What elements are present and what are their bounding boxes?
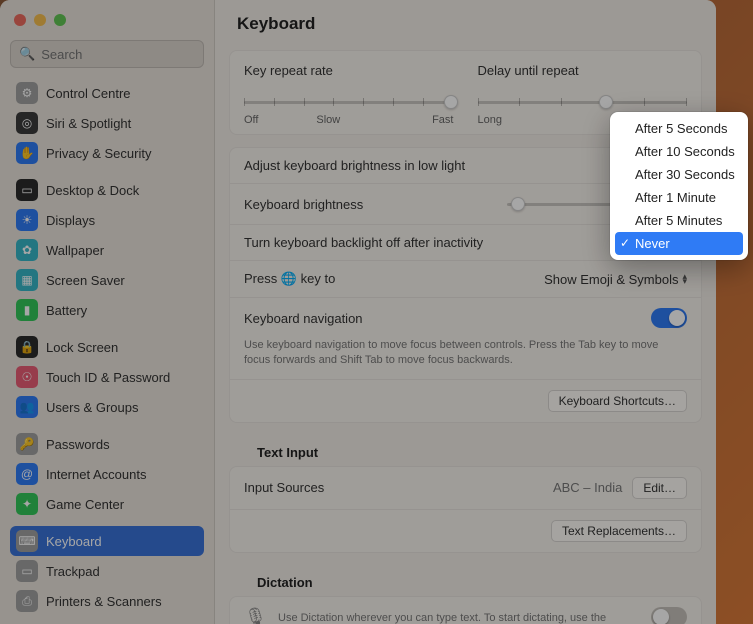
displays-icon: ☀ (16, 209, 38, 231)
shortcuts-row: Keyboard Shortcuts… (230, 379, 701, 422)
lock-screen-icon: 🔒 (16, 336, 38, 358)
search-input[interactable] (35, 47, 217, 62)
sidebar-item-siri-spotlight[interactable]: ◎ Siri & Spotlight (10, 108, 204, 138)
sidebar-item-label: Control Centre (46, 86, 131, 101)
sidebar-item-label: Trackpad (46, 564, 100, 579)
touch-id-password-icon: ☉ (16, 366, 38, 388)
trackpad-icon: ▭ (16, 560, 38, 582)
search-field[interactable]: 🔍 (10, 40, 204, 68)
privacy-security-icon: ✋ (16, 142, 38, 164)
backlight-timeout-dropdown[interactable]: After 5 SecondsAfter 10 SecondsAfter 30 … (610, 112, 748, 260)
sidebar: 🔍 ⚙ Control Centre ◎ Siri & Spotlight ✋ Priva… (0, 0, 215, 624)
users-groups-icon: 👥 (16, 396, 38, 418)
sidebar-item-label: Displays (46, 213, 95, 228)
globe-key-popup[interactable]: Show Emoji & Symbols ▴▾ (544, 272, 687, 287)
sidebar-item-label: Users & Groups (46, 400, 138, 415)
sidebar-item-label: Battery (46, 303, 87, 318)
replacements-row: Text Replacements… (230, 509, 701, 552)
search-icon: 🔍 (19, 46, 35, 62)
dropdown-item-after-5-minutes[interactable]: After 5 Minutes (615, 209, 743, 232)
sidebar-item-label: Game Center (46, 497, 124, 512)
keyboard-icon: ⌨ (16, 530, 38, 552)
sidebar-item-label: Passwords (46, 437, 110, 452)
key-repeat-slider[interactable] (244, 92, 454, 112)
check-icon: ✓ (620, 236, 630, 250)
sidebar-item-keyboard[interactable]: ⌨ Keyboard (10, 526, 204, 556)
keyboard-shortcuts-button[interactable]: Keyboard Shortcuts… (548, 390, 687, 412)
sidebar-item-touch-id-password[interactable]: ☉ Touch ID & Password (10, 362, 204, 392)
printers-scanners-icon: ⎙ (16, 590, 38, 612)
sidebar-item-label: Screen Saver (46, 273, 125, 288)
sidebar-item-wallpaper[interactable]: ✿ Wallpaper (10, 235, 204, 265)
sidebar-item-printers-scanners[interactable]: ⎙ Printers & Scanners (10, 586, 204, 616)
settings-window: 🔍 ⚙ Control Centre ◎ Siri & Spotlight ✋ Priva… (0, 0, 716, 624)
sidebar-item-internet-accounts[interactable]: @ Internet Accounts (10, 459, 204, 489)
sidebar-item-users-groups[interactable]: 👥 Users & Groups (10, 392, 204, 422)
dropdown-item-after-30-seconds[interactable]: After 30 Seconds (615, 163, 743, 186)
sidebar-item-lock-screen[interactable]: 🔒 Lock Screen (10, 332, 204, 362)
close-button[interactable] (14, 14, 26, 26)
game-center-icon: ✦ (16, 493, 38, 515)
sidebar-item-passwords[interactable]: 🔑 Passwords (10, 429, 204, 459)
text-input-title: Text Input (243, 435, 702, 460)
siri-spotlight-icon: ◎ (16, 112, 38, 134)
delay-repeat-label: Delay until repeat (478, 63, 688, 78)
globe-key-row: Press 🌐 key to Show Emoji & Symbols ▴▾ (230, 260, 701, 297)
key-repeat-label: Key repeat rate (244, 63, 454, 78)
sidebar-item-label: Wallpaper (46, 243, 104, 258)
sidebar-item-label: Internet Accounts (46, 467, 146, 482)
edit-input-sources-button[interactable]: Edit… (632, 477, 687, 499)
maximize-button[interactable] (54, 14, 66, 26)
sidebar-item-control-centre[interactable]: ⚙ Control Centre (10, 78, 204, 108)
wallpaper-icon: ✿ (16, 239, 38, 261)
sidebar-item-displays[interactable]: ☀ Displays (10, 205, 204, 235)
sidebar-item-label: Desktop & Dock (46, 183, 139, 198)
passwords-icon: 🔑 (16, 433, 38, 455)
sidebar-item-label: Touch ID & Password (46, 370, 170, 385)
internet-accounts-icon: @ (16, 463, 38, 485)
sidebar-item-label: Siri & Spotlight (46, 116, 131, 131)
sidebar-item-privacy-security[interactable]: ✋ Privacy & Security (10, 138, 204, 168)
minimize-button[interactable] (34, 14, 46, 26)
page-title: Keyboard (215, 0, 716, 44)
sidebar-list: ⚙ Control Centre ◎ Siri & Spotlight ✋ Privacy… (10, 78, 204, 616)
battery-icon: ▮ (16, 299, 38, 321)
dropdown-item-after-10-seconds[interactable]: After 10 Seconds (615, 140, 743, 163)
sidebar-item-desktop-dock[interactable]: ▭ Desktop & Dock (10, 175, 204, 205)
sidebar-item-label: Lock Screen (46, 340, 118, 355)
sidebar-item-trackpad[interactable]: ▭ Trackpad (10, 556, 204, 586)
traffic-lights (10, 8, 204, 40)
sidebar-item-battery[interactable]: ▮ Battery (10, 295, 204, 325)
control-centre-icon: ⚙ (16, 82, 38, 104)
sidebar-item-label: Printers & Scanners (46, 594, 162, 609)
microphone-icon: 🎙 (244, 607, 268, 624)
sidebar-item-label: Keyboard (46, 534, 102, 549)
delay-repeat-slider[interactable] (478, 92, 688, 112)
sidebar-item-game-center[interactable]: ✦ Game Center (10, 489, 204, 519)
dropdown-item-never[interactable]: ✓Never (615, 232, 743, 255)
desktop-dock-icon: ▭ (16, 179, 38, 201)
text-replacements-button[interactable]: Text Replacements… (551, 520, 687, 542)
screen-saver-icon: ▦ (16, 269, 38, 291)
dictation-toggle[interactable] (651, 607, 687, 624)
sidebar-item-screen-saver[interactable]: ▦ Screen Saver (10, 265, 204, 295)
key-repeat-group: Key repeat rate Off Slow Fast (244, 63, 454, 126)
main-content: Keyboard Key repeat rate Off Slow Fast (215, 0, 716, 624)
input-sources-row: Input Sources ABC – India Edit… (230, 467, 701, 509)
sidebar-item-label: Privacy & Security (46, 146, 151, 161)
keyboard-nav-toggle[interactable] (651, 308, 687, 328)
text-input-section: Input Sources ABC – India Edit… Text Rep… (229, 466, 702, 553)
dropdown-item-after-1-minute[interactable]: After 1 Minute (615, 186, 743, 209)
dictation-title: Dictation (243, 565, 702, 590)
keyboard-nav-row: Keyboard navigation Use keyboard navigat… (230, 297, 701, 379)
dictation-section: 🎙 Use Dictation wherever you can type te… (229, 596, 702, 624)
chevron-updown-icon: ▴▾ (682, 274, 687, 285)
dropdown-item-after-5-seconds[interactable]: After 5 Seconds (615, 117, 743, 140)
